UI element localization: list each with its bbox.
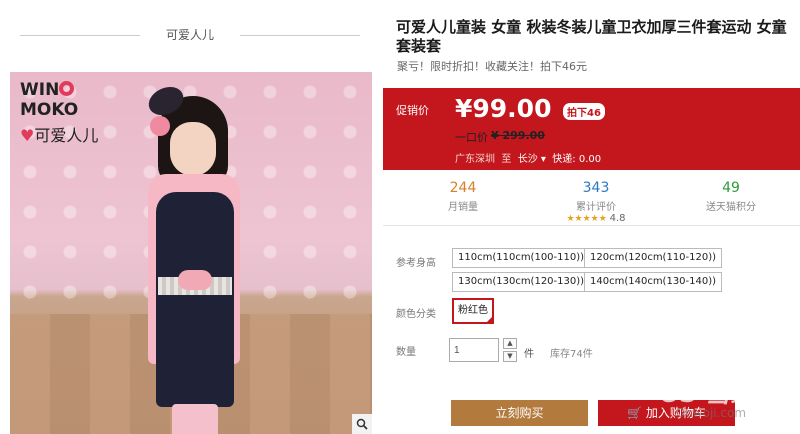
brand-logo-text: WINMOKO [20, 80, 79, 120]
shop-header: 可爱人儿 [20, 22, 360, 48]
model-figure [120, 81, 270, 434]
zoom-icon[interactable] [352, 414, 372, 434]
ship-from: 广东深圳 [455, 154, 495, 165]
selected-check-icon [485, 315, 494, 324]
quantity-unit: 件 [524, 349, 534, 360]
size-option[interactable]: 140cm(140cm(130-140)) [584, 272, 723, 292]
size-option[interactable]: 120cm(120cm(110-120)) [584, 248, 723, 268]
original-price: ¥ 299.00 [491, 129, 545, 142]
size-label: 参考身高 [396, 258, 436, 269]
shipping-info: 广东深圳 至 长沙 ▾ 快递: 0.00 [455, 150, 601, 165]
size-option[interactable]: 130cm(130cm(120-130)) [452, 272, 591, 292]
heart-icon: ♥ [20, 126, 35, 145]
buy-now-button[interactable]: 立刻购买 [451, 400, 588, 426]
shipping-fee: 快递: 0.00 [552, 154, 602, 165]
quantity-input[interactable] [449, 338, 499, 362]
size-option[interactable]: 110cm(110cm(100-110)) [452, 248, 591, 268]
original-price-label: 一口价 [455, 131, 488, 144]
stats-bar: 244 月销量 343 累计评价 ★★★★★ 4.8 49 送天猫积分 [383, 172, 800, 226]
price-label: 促销价 [396, 104, 429, 117]
color-option-selected[interactable]: 粉红色 [452, 298, 494, 324]
ship-to-select[interactable]: 长沙 ▾ [518, 154, 546, 165]
promo-price: ¥99.00 [455, 94, 552, 123]
quantity-increase-button[interactable]: ▲ [503, 338, 517, 349]
stat-reviews[interactable]: 343 累计评价 ★★★★★ 4.8 [541, 180, 651, 224]
stat-sales: 244 月销量 [448, 180, 478, 213]
stat-points: 49 送天猫积分 [706, 180, 756, 213]
promo-text: 聚亏！限时折扣！收藏关注！拍下46元 [397, 60, 587, 73]
quantity-decrease-button[interactable]: ▼ [503, 351, 517, 362]
color-label: 颜色分类 [396, 309, 436, 320]
product-gallery: 可爱人儿 WINMOKO ♥可爱人儿 [0, 0, 380, 434]
brand-sub: 可爱人儿 [34, 126, 99, 145]
discount-badge: 拍下46 [563, 103, 605, 120]
product-title: 可爱人儿童装 女童 秋装冬装儿童卫衣加厚三件套运动 女童套装套 [396, 18, 787, 55]
rating-stars: ★★★★★ 4.8 [566, 213, 626, 224]
brand-logo-mark [59, 81, 75, 96]
price-panel: 促销价 ¥99.00 拍下46 一口价 ¥ 299.00 广东深圳 至 长沙 ▾… [383, 88, 800, 170]
product-photo[interactable]: WINMOKO ♥可爱人儿 [10, 72, 372, 434]
site-watermark: OS 当家 Oowoji.com [660, 380, 755, 420]
quantity-label: 数量 [396, 347, 416, 358]
stock-count: 库存74件 [550, 349, 593, 360]
brand-logo: WINMOKO ♥可爱人儿 [20, 80, 130, 146]
divider [240, 35, 360, 36]
chevron-down-icon: ▾ [540, 154, 546, 165]
ship-to-word: 至 [501, 154, 512, 165]
